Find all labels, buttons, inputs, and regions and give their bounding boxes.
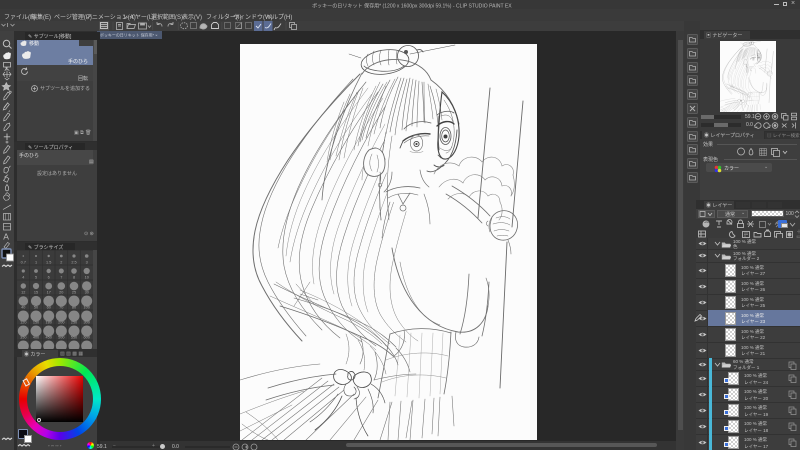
svg-text:500: 500: [58, 335, 64, 339]
svg-text:4: 4: [22, 275, 24, 279]
svg-text:180: 180: [46, 320, 52, 324]
svg-text:6: 6: [48, 275, 50, 279]
svg-text:0.7: 0.7: [21, 260, 26, 264]
svg-text:A: A: [3, 232, 9, 242]
svg-text:17: 17: [47, 290, 51, 294]
svg-text:80: 80: [72, 305, 76, 309]
svg-text:450: 450: [46, 335, 52, 339]
svg-text:400: 400: [33, 335, 39, 339]
svg-text:7: 7: [60, 275, 62, 279]
svg-text:12: 12: [21, 290, 25, 294]
svg-text:600: 600: [84, 335, 90, 339]
svg-text:20: 20: [59, 290, 63, 294]
svg-text:3: 3: [86, 260, 88, 264]
svg-text:70: 70: [59, 305, 63, 309]
svg-text:40: 40: [21, 305, 25, 309]
svg-text:10: 10: [85, 275, 89, 279]
svg-text:300: 300: [84, 320, 90, 324]
svg-text:100: 100: [84, 305, 90, 309]
svg-text:2.5: 2.5: [71, 260, 76, 264]
svg-text:550: 550: [71, 335, 77, 339]
svg-text:5: 5: [35, 275, 37, 279]
svg-text:200: 200: [58, 320, 64, 324]
svg-text:350: 350: [20, 335, 26, 339]
svg-text:25: 25: [72, 290, 76, 294]
svg-text:30: 30: [85, 290, 89, 294]
svg-text:250: 250: [71, 320, 77, 324]
svg-text:120: 120: [20, 320, 26, 324]
svg-text:1: 1: [35, 260, 37, 264]
svg-text:8: 8: [73, 275, 75, 279]
svg-text:150: 150: [33, 320, 39, 324]
svg-text:2: 2: [60, 260, 62, 264]
svg-text:50: 50: [34, 305, 38, 309]
svg-text:60: 60: [47, 305, 51, 309]
svg-text:15: 15: [34, 290, 38, 294]
svg-text:1.5: 1.5: [46, 260, 51, 264]
